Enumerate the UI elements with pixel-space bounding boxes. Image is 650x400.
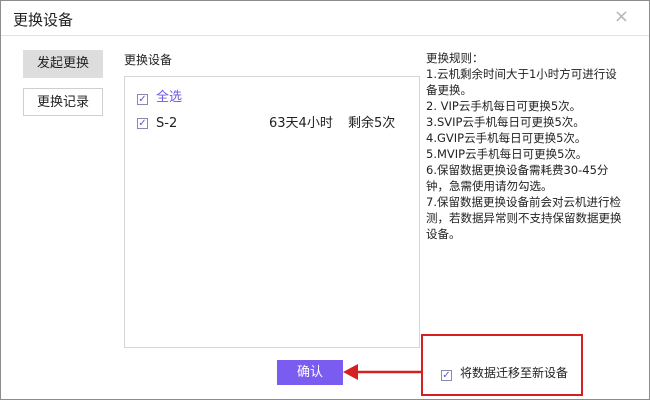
rule-line: 2. VIP云手机每日可更换5次。 <box>426 99 582 113</box>
dialog-titlebar: 更换设备 × <box>1 1 649 36</box>
change-device-dialog: 更换设备 × 发起更换 更换记录 更换设备 ✓ 全选 ✓ S-2 63天4小时 剩… <box>0 0 650 400</box>
migrate-label: 将数据迁移至新设备 <box>460 366 569 380</box>
select-all-option[interactable]: ✓ 全选 <box>137 89 182 107</box>
migrate-highlight-box: ✓ 将数据迁移至新设备 <box>421 334 583 396</box>
dialog-title: 更换设备 <box>13 11 74 29</box>
rule-line: 5.MVIP云手机每日可更换5次。 <box>426 147 588 161</box>
list-item[interactable]: ✓ S-2 63天4小时 剩余5次 <box>137 115 407 133</box>
change-rules: 更换规则： 1.云机剩余时间大于1小时方可进行设备更换。 2. VIP云手机每日… <box>426 50 626 242</box>
device-checkbox[interactable]: ✓ <box>137 118 148 129</box>
section-label: 更换设备 <box>124 53 173 67</box>
rule-line: 7.保留数据更换设备前会对云机进行检测，若数据异常则不支持保留数据更换设备。 <box>426 195 622 241</box>
sidebar-item-change-history[interactable]: 更换记录 <box>23 88 103 116</box>
migrate-data-option[interactable]: ✓ 将数据迁移至新设备 <box>441 364 568 381</box>
migrate-checkbox[interactable]: ✓ <box>441 370 452 381</box>
confirm-button[interactable]: 确认 <box>277 360 343 385</box>
device-time-left: 63天4小时 <box>269 116 333 131</box>
rule-line: 4.GVIP云手机每日可更换5次。 <box>426 131 587 145</box>
close-icon[interactable]: × <box>614 7 629 27</box>
rules-heading: 更换规则： <box>426 51 484 65</box>
device-remaining-count: 剩余5次 <box>348 116 396 131</box>
rule-line: 3.SVIP云手机每日可更换5次。 <box>426 115 585 129</box>
select-all-checkbox[interactable]: ✓ <box>137 94 148 105</box>
pointer-arrow-icon <box>343 364 421 380</box>
select-all-label: 全选 <box>156 90 183 105</box>
sidebar-item-initiate-change[interactable]: 发起更换 <box>23 50 103 78</box>
device-list: ✓ 全选 ✓ S-2 63天4小时 剩余5次 <box>124 76 420 348</box>
rule-line: 1.云机剩余时间大于1小时方可进行设备更换。 <box>426 67 617 97</box>
device-name: S-2 <box>156 116 178 131</box>
rule-line: 6.保留数据更换设备需耗费30-45分钟，急需使用请勿勾选。 <box>426 163 609 193</box>
